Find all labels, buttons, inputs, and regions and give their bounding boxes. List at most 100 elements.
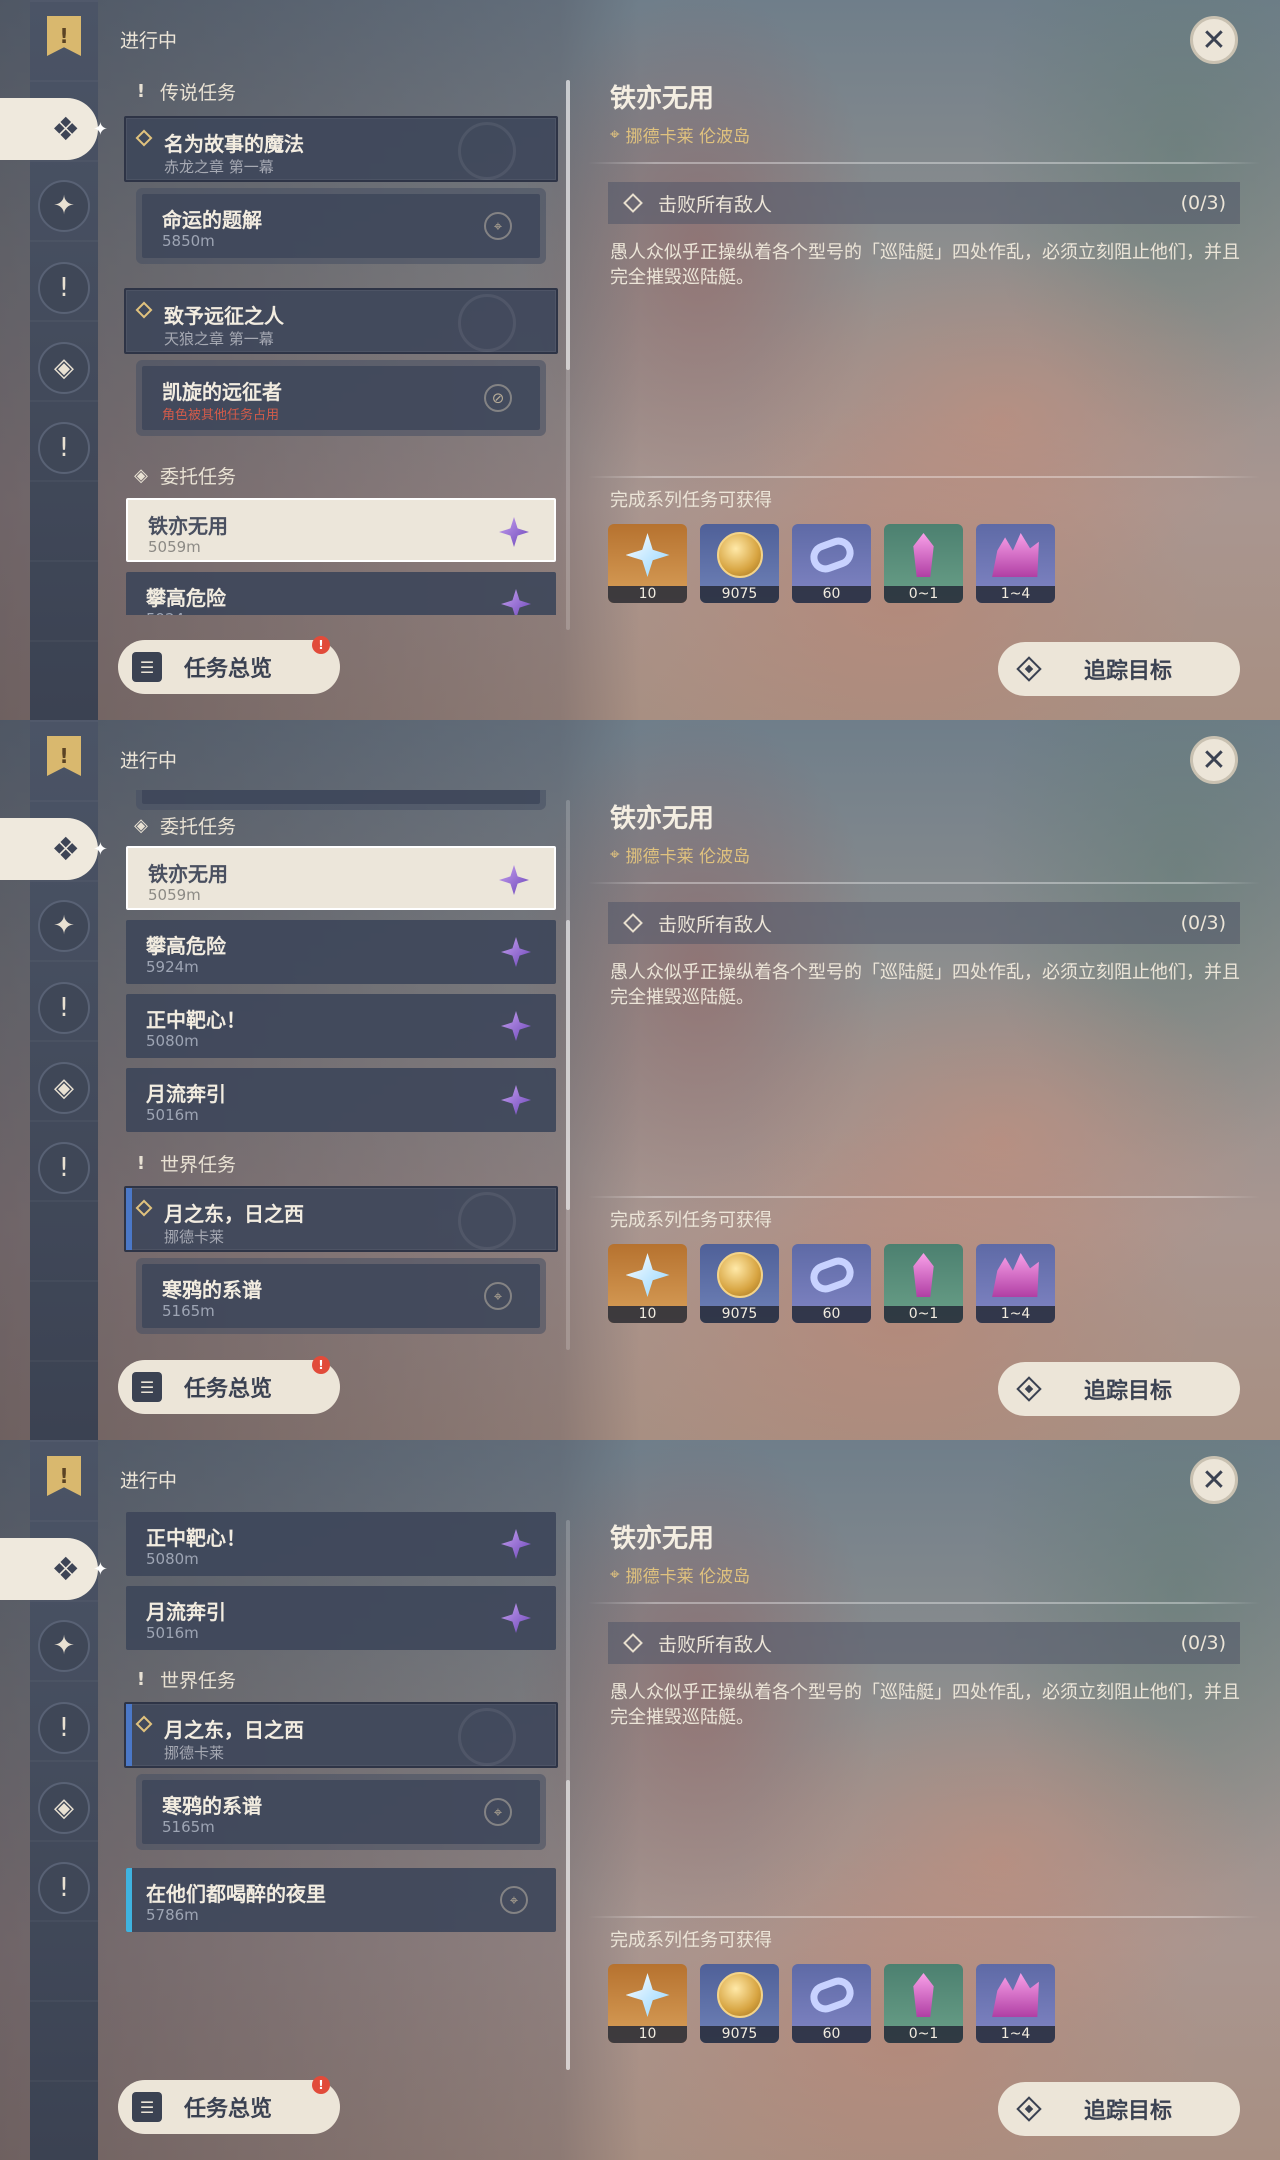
all-quests-tab[interactable]: ❖ ✦ bbox=[0, 98, 108, 160]
quest-item[interactable]: 月之东，日之西 挪德卡莱 bbox=[124, 1702, 558, 1768]
archon-quest-icon[interactable]: ✦ bbox=[38, 900, 90, 952]
quest-subitem[interactable]: 命运的题解 5850m ⌖ bbox=[142, 194, 540, 258]
quest-item[interactable]: 月之东，日之西 挪德卡莱 bbox=[124, 1186, 558, 1252]
mora-icon[interactable]: 9075 bbox=[700, 524, 779, 603]
quest-item[interactable]: 名为故事的魔法 赤龙之章 第一幕 bbox=[124, 116, 558, 182]
fellowship-icon[interactable]: 60 bbox=[792, 1244, 871, 1323]
location-pin-icon[interactable]: ⌖ bbox=[484, 212, 512, 240]
quest-marker-icon bbox=[135, 1715, 153, 1733]
crystal-icon[interactable]: 0~1 bbox=[884, 1964, 963, 2043]
quest-location: ⌖ 挪德卡莱 伦波岛 bbox=[610, 1564, 750, 1588]
section-world: ! 世界任务 bbox=[136, 1153, 237, 1176]
status-label: 进行中 bbox=[120, 30, 178, 52]
quest-marker-icon bbox=[135, 129, 153, 147]
location-pin-icon[interactable]: ⌖ bbox=[484, 1282, 512, 1310]
all-quests-tab[interactable]: ❖ ✦ bbox=[0, 1538, 108, 1600]
quest-subitem[interactable]: 寒鸦的系谱 5165m ⌖ bbox=[142, 1780, 540, 1844]
quest-location: ⌖ 挪德卡莱 伦波岛 bbox=[610, 844, 750, 868]
quest-list[interactable]: 正中靶心！ 5080m 月流奔引 5016m ! 世界任务 月之东，日之西 挪德卡… bbox=[120, 1510, 560, 2055]
archon-quest-icon[interactable]: ✦ bbox=[38, 180, 90, 232]
commission-icon[interactable]: ◈ bbox=[38, 1782, 90, 1834]
section-legend: ! 传说任务 bbox=[136, 81, 237, 104]
track-target-button[interactable]: 追踪目标 bbox=[998, 2082, 1240, 2136]
quest-item[interactable]: 月流奔引 5016m bbox=[126, 1586, 556, 1650]
crystal-icon[interactable]: 0~1 bbox=[884, 1244, 963, 1323]
location-pin-icon[interactable]: ⌖ bbox=[484, 1798, 512, 1826]
objective-diamond-icon bbox=[623, 1633, 643, 1653]
alert-badge: ! bbox=[312, 2076, 330, 2094]
quest-overview-button[interactable]: ☰ 任务总览 ! bbox=[118, 1356, 340, 1414]
mora-icon[interactable]: 9075 bbox=[700, 1964, 779, 2043]
quest-item[interactable]: 攀高危险 5924m bbox=[126, 920, 556, 984]
quest-screen-1: ! ✦ ! ◈ ! ❖ ✦ 进行中 ✕ ! 传说任务 名为故事的魔法 赤龙之章 第一… bbox=[0, 0, 1280, 720]
rewards-title: 完成系列任务可获得 bbox=[610, 1210, 772, 1231]
story-quest-icon[interactable]: ! bbox=[38, 982, 90, 1034]
section-commission: ◈ 委托任务 bbox=[134, 465, 237, 488]
commission-icon[interactable]: ◈ bbox=[38, 1062, 90, 1114]
close-icon: ✕ bbox=[1201, 1462, 1227, 1498]
quest-list[interactable]: ! 传说任务 名为故事的魔法 赤龙之章 第一幕 命运的题解 5850m ⌖ 致予远… bbox=[120, 70, 560, 615]
track-target-button[interactable]: 追踪目标 bbox=[998, 1362, 1240, 1416]
quest-screen-2: ! ✦ ! ◈ ! ❖ ✦ 进行中 ✕ ◈ 委托任务 铁亦无用 5059m 攀高危险… bbox=[0, 720, 1280, 1440]
bookmark-icon[interactable]: ! bbox=[44, 734, 84, 778]
quest-subitem[interactable]: 寒鸦的系谱 5165m ⌖ bbox=[142, 1264, 540, 1328]
bookmark-icon[interactable]: ! bbox=[44, 1454, 84, 1498]
quest-subitem[interactable]: 凯旋的远征者 角色被其他任务占用 ⊘ bbox=[142, 366, 540, 430]
fellowship-icon[interactable]: 60 bbox=[792, 524, 871, 603]
commission-star-icon bbox=[498, 1082, 534, 1118]
primogem-icon[interactable]: 10 bbox=[608, 524, 687, 603]
quest-item-selected[interactable]: 铁亦无用 5059m bbox=[126, 846, 556, 910]
quest-title: 铁亦无用 bbox=[610, 804, 715, 834]
all-quests-tab[interactable]: ❖ ✦ bbox=[0, 818, 108, 880]
commission-icon[interactable]: ◈ bbox=[38, 342, 90, 394]
quest-item[interactable]: 月流奔引 5016m bbox=[126, 1068, 556, 1132]
world-quest-icon[interactable]: ! bbox=[38, 422, 90, 474]
location-pin-icon[interactable]: ⌖ bbox=[500, 1886, 528, 1914]
overview-icon: ☰ bbox=[132, 2092, 162, 2122]
objective-diamond-icon bbox=[623, 193, 643, 213]
scrollbar[interactable] bbox=[566, 1520, 570, 2070]
scrollbar[interactable] bbox=[566, 800, 570, 1350]
close-button[interactable]: ✕ bbox=[1190, 16, 1238, 64]
fellowship-icon[interactable]: 60 bbox=[792, 1964, 871, 2043]
rewards-row: 10 9075 60 0~1 1~4 bbox=[608, 1964, 1055, 2043]
crystal-cluster-icon[interactable]: 1~4 bbox=[976, 1244, 1055, 1323]
bookmark-icon[interactable]: ! bbox=[44, 14, 84, 58]
world-quest-icon[interactable]: ! bbox=[38, 1142, 90, 1194]
track-icon bbox=[1016, 1376, 1042, 1402]
close-button[interactable]: ✕ bbox=[1190, 1456, 1238, 1504]
status-label: 进行中 bbox=[120, 750, 178, 772]
quest-overview-button[interactable]: ☰ 任务总览 ! bbox=[118, 2076, 340, 2134]
quest-item[interactable]: 正中靶心！ 5080m bbox=[126, 994, 556, 1058]
scrollbar[interactable] bbox=[566, 80, 570, 630]
primogem-icon[interactable]: 10 bbox=[608, 1964, 687, 2043]
location-icon: ⌖ bbox=[610, 124, 620, 145]
quest-description: 愚人众似乎正操纵着各个型号的「巡陆艇」四处作乱，必须立刻阻止他们，并且完全摧毁巡… bbox=[610, 1682, 1240, 1728]
crystal-cluster-icon[interactable]: 1~4 bbox=[976, 524, 1055, 603]
quest-marker-icon bbox=[135, 1199, 153, 1217]
objective-row: 击败所有敌人 (0/3) bbox=[608, 1622, 1240, 1664]
quest-item[interactable]: 正中靶心！ 5080m bbox=[126, 1512, 556, 1576]
archon-quest-icon[interactable]: ✦ bbox=[38, 1620, 90, 1672]
story-quest-icon[interactable]: ! bbox=[38, 1702, 90, 1754]
commission-star-icon bbox=[498, 586, 534, 615]
alert-badge: ! bbox=[312, 636, 330, 654]
crystal-icon[interactable]: 0~1 bbox=[884, 524, 963, 603]
quest-list[interactable]: ◈ 委托任务 铁亦无用 5059m 攀高危险 5924m 正中靶心！ 5080m … bbox=[120, 790, 560, 1335]
quest-item[interactable]: 致予远征之人 天狼之章 第一幕 bbox=[124, 288, 558, 354]
quest-item-selected[interactable]: 铁亦无用 5059m bbox=[126, 498, 556, 562]
track-target-button[interactable]: 追踪目标 bbox=[998, 642, 1240, 696]
quest-overview-button[interactable]: ☰ 任务总览 ! bbox=[118, 636, 340, 694]
quest-item[interactable]: 在他们都喝醉的夜里 5786m ⌖ bbox=[126, 1868, 556, 1932]
section-commission: ◈ 委托任务 bbox=[134, 815, 237, 838]
close-button[interactable]: ✕ bbox=[1190, 736, 1238, 784]
mora-icon[interactable]: 9075 bbox=[700, 1244, 779, 1323]
crystal-cluster-icon[interactable]: 1~4 bbox=[976, 1964, 1055, 2043]
quest-item[interactable]: 攀高危险 5924m bbox=[126, 572, 556, 615]
primogem-icon[interactable]: 10 bbox=[608, 1244, 687, 1323]
blocked-icon: ⊘ bbox=[484, 384, 512, 412]
emblem-icon bbox=[458, 122, 516, 180]
divider bbox=[588, 1196, 1260, 1198]
story-quest-icon[interactable]: ! bbox=[38, 262, 90, 314]
world-quest-icon[interactable]: ! bbox=[38, 1862, 90, 1914]
